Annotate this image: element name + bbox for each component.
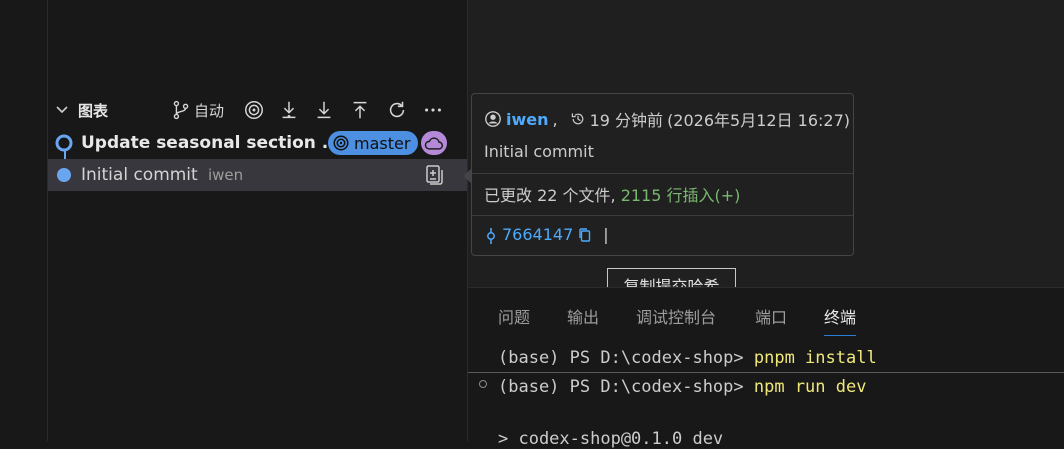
- hover-absolute-time: (2026年5月12日 16:27): [667, 111, 851, 130]
- hover-message: Initial commit: [484, 142, 594, 161]
- terminal-line[interactable]: > codex-shop@0.1.0 dev: [498, 429, 723, 449]
- hover-sep: ,: [552, 109, 558, 129]
- commit-hover-card: iwen, 19 分钟前 (2026年5月12日 16:27) Initial …: [471, 93, 854, 256]
- auto-label: 自动: [194, 101, 225, 120]
- hover-relative-time: 19 分钟前: [589, 111, 664, 130]
- git-branch-icon: [173, 100, 189, 120]
- commit-row[interactable]: Update seasonal section ... master: [48, 127, 467, 159]
- pull-icon: [317, 101, 331, 119]
- commit-hash-link[interactable]: 7664147: [502, 225, 573, 244]
- commit-row[interactable]: Initial commit iwen: [48, 159, 467, 191]
- hover-pointer: [463, 169, 471, 183]
- hover-author[interactable]: iwen: [506, 110, 549, 129]
- auto-ref-button[interactable]: 自动: [170, 97, 224, 123]
- copy-icon[interactable]: [577, 227, 593, 243]
- remote-badge[interactable]: [421, 131, 447, 155]
- terminal-command: npm run dev: [753, 377, 867, 397]
- commit-node-icon: [55, 134, 73, 152]
- text-cursor: |: [603, 225, 609, 244]
- tab-ports[interactable]: 端口: [755, 304, 787, 328]
- commit-node-icon: [57, 168, 71, 182]
- tab-terminal[interactable]: 终端: [824, 304, 857, 336]
- hover-stats: 已更改 22 个文件, 2115 行插入(+): [472, 173, 853, 216]
- more-icon: [425, 108, 441, 112]
- branch-name: master: [354, 133, 411, 153]
- history-icon: [571, 113, 583, 125]
- terminal-command: pnpm install: [753, 348, 877, 368]
- source-control-sidebar: 图表 自动 Update seasonal section ... master…: [48, 0, 468, 441]
- graph-title: 图表: [78, 102, 109, 120]
- activity-bar: [0, 0, 48, 441]
- bottom-panel: 问题 输出 调试控制台 端口 终端 (base) PS D:\codex-sho…: [468, 287, 1064, 449]
- terminal-prompt: (base) PS D:\codex-shop>: [498, 377, 754, 397]
- commit-message: Initial commit: [81, 165, 198, 185]
- hover-header: iwen, 19 分钟前 (2026年5月12日 16:27) Initial …: [472, 94, 853, 174]
- hover-changes: 已更改 22 个文件,: [484, 186, 616, 205]
- hover-insertions: 2115 行插入(+): [620, 186, 741, 205]
- branch-badge[interactable]: master: [328, 131, 419, 155]
- open-changes-icon[interactable]: [422, 163, 446, 187]
- more-actions-button[interactable]: [421, 97, 445, 123]
- fetch-button[interactable]: [277, 97, 301, 123]
- commit-message: Update seasonal section ...: [81, 133, 342, 153]
- tab-problems[interactable]: 问题: [498, 304, 530, 328]
- chevron-down-icon[interactable]: [54, 101, 70, 117]
- push-icon: [353, 101, 367, 119]
- target-icon: [333, 135, 349, 151]
- tab-debug-console[interactable]: 调试控制台: [636, 304, 716, 328]
- account-icon: [485, 111, 501, 127]
- command-decoration-icon[interactable]: [479, 380, 487, 388]
- graph-header[interactable]: 图表 自动: [48, 95, 467, 125]
- refresh-button[interactable]: [385, 97, 409, 123]
- git-commit-icon: [487, 227, 495, 244]
- target-button[interactable]: [242, 97, 266, 123]
- terminal-prompt: > codex-shop@0.1.0 dev: [498, 429, 724, 449]
- pull-button[interactable]: [312, 97, 336, 123]
- refresh-icon: [389, 101, 405, 118]
- terminal-line[interactable]: (base) PS D:\codex-shop> pnpm install: [498, 348, 877, 368]
- terminal-line[interactable]: (base) PS D:\codex-shop> npm run dev: [498, 377, 866, 397]
- hover-footer: 7664147 |: [472, 215, 853, 255]
- cloud-icon: [424, 137, 443, 150]
- commit-author: iwen: [208, 166, 244, 184]
- tab-output[interactable]: 输出: [567, 304, 599, 328]
- fetch-icon: [282, 101, 296, 119]
- push-button[interactable]: [348, 97, 372, 123]
- target-icon: [245, 101, 263, 119]
- terminal-separator: [468, 372, 1064, 373]
- terminal-prompt: (base) PS D:\codex-shop>: [498, 348, 754, 368]
